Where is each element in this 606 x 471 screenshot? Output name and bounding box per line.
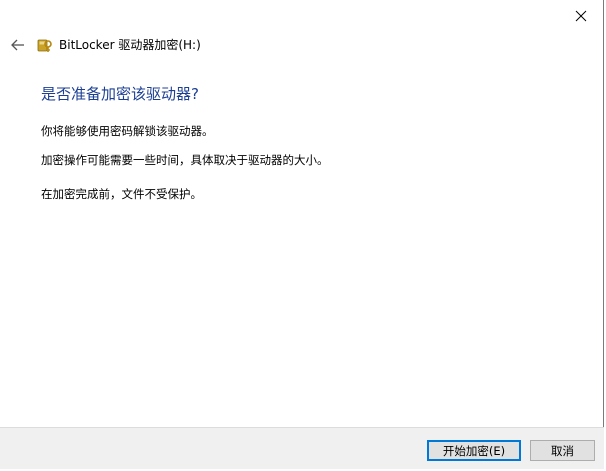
arrow-left-icon xyxy=(11,39,24,51)
close-icon xyxy=(575,10,587,22)
start-encryption-button[interactable]: 开始加密(E) xyxy=(427,440,521,461)
bitlocker-key-icon xyxy=(36,36,54,54)
info-text-duration: 加密操作可能需要一些时间，具体取决于驱动器的大小。 xyxy=(41,153,329,167)
cancel-button[interactable]: 取消 xyxy=(530,440,595,461)
button-bar: 开始加密(E) 取消 xyxy=(0,427,604,469)
window-header: BitLocker 驱动器加密(H:) xyxy=(8,34,201,56)
info-text-protection: 在加密完成前，文件不受保护。 xyxy=(41,187,202,201)
bitlocker-window: BitLocker 驱动器加密(H:) 是否准备加密该驱动器? 你将能够使用密码… xyxy=(0,0,604,469)
page-heading: 是否准备加密该驱动器? xyxy=(41,85,199,103)
back-button[interactable] xyxy=(8,35,28,55)
info-text-password: 你将能够使用密码解锁该驱动器。 xyxy=(41,124,214,138)
window-title: BitLocker 驱动器加密(H:) xyxy=(59,38,201,52)
close-button[interactable] xyxy=(567,4,595,28)
